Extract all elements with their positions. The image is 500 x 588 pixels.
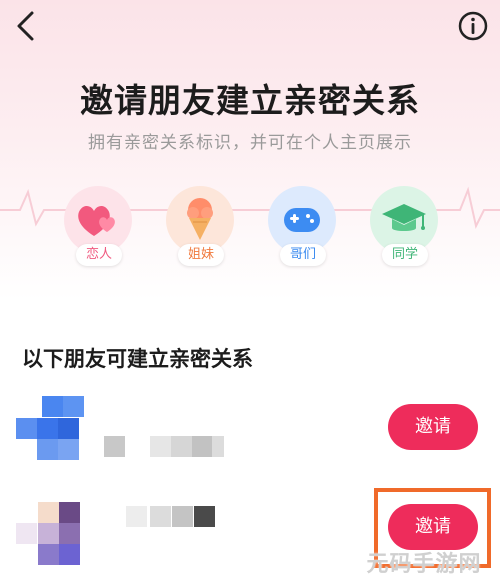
invite-button[interactable]: 邀请 [388,404,478,450]
page-subtitle: 拥有亲密关系标识，并可在个人主页展示 [88,133,412,153]
relation-sisters[interactable]: 姐妹 [166,186,236,270]
chevron-left-icon [17,11,34,41]
friend-name [104,436,224,458]
page-title: 邀请朋友建立亲密关系 [80,81,420,120]
relation-buddies-label: 哥们 [280,244,326,266]
relation-sisters-label: 姐妹 [178,244,224,266]
relation-classmates-label: 同学 [382,244,428,266]
avatar [16,396,84,462]
back-button[interactable] [8,8,44,44]
avatar [16,502,86,568]
info-icon [458,11,488,41]
relation-lovers-label: 恋人 [76,244,122,266]
relation-buddies[interactable]: 哥们 [268,186,338,270]
relation-classmates[interactable]: 同学 [370,186,440,270]
friend-name [126,506,218,528]
friend-row: 邀请 [0,388,500,468]
relation-lovers[interactable]: 恋人 [64,186,134,270]
info-button[interactable] [457,10,489,42]
section-title: 以下朋友可建立亲密关系 [22,347,253,371]
watermark: 元码手游网 [366,552,482,577]
